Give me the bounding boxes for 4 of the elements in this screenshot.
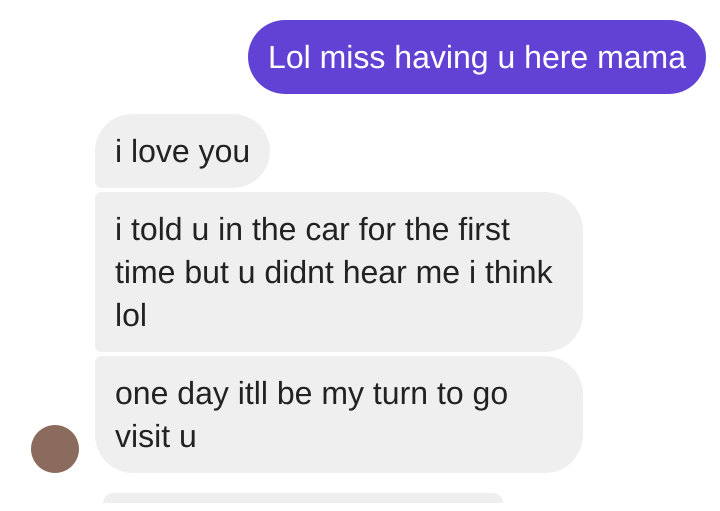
received-message-bubble: i love you (95, 114, 270, 188)
sent-message-bubble: Lol miss having u here mama (248, 20, 706, 94)
received-message-bubble: one day itll be my turn to go visit u (95, 356, 583, 473)
received-message-bubble: i told u in the car for the first time but u didnt hear me i think lol (95, 192, 583, 352)
